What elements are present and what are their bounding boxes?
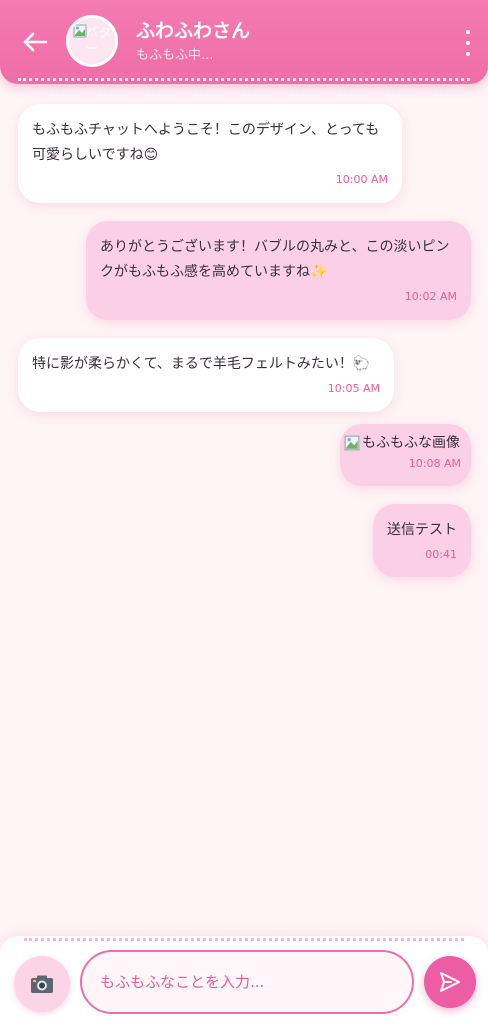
message-time: 00:41 (425, 548, 457, 561)
menu-dot (466, 52, 470, 56)
avatar[interactable]: アバター (66, 15, 118, 67)
message-image[interactable]: もふもふな画像 (344, 432, 461, 454)
camera-icon (31, 975, 53, 993)
chat-header: アバター ふわふわさん もふもふ中... (0, 0, 488, 84)
smile-emoji-icon: 😊 (143, 147, 159, 163)
message-text: 送信テスト (387, 522, 457, 538)
message-time: 10:05 AM (327, 382, 380, 395)
chat-status: もふもふ中... (136, 48, 214, 63)
message-bubble-received[interactable]: もふもふチャットへようこそ！このデザイン、とっても可愛らしいですね😊 10:00… (18, 104, 402, 203)
message-bubble-received[interactable]: 特に影が柔らかくて、まるで羊毛フェルトみたい！🐑 10:05 AM (18, 338, 394, 412)
message-input-bar (0, 936, 488, 1024)
chat-name: ふわふわさん (136, 20, 251, 42)
message-time: 10:08 AM (408, 457, 461, 470)
message-text: もふもふチャットへようこそ！このデザイン、とっても可愛らしいですね😊 (32, 122, 380, 163)
message-text: ありがとうございます！バブルの丸みと、この淡いピンクがもふもふ感を高めていますね… (100, 239, 450, 280)
message-bubble-sent[interactable]: ありがとうございます！バブルの丸みと、この淡いピンクがもふもふ感を高めていますね… (86, 221, 471, 320)
menu-dot (466, 30, 470, 34)
menu-dot (466, 41, 470, 45)
message-bubble-sent[interactable]: 送信テスト 00:41 (373, 504, 471, 577)
message-bubble-image[interactable]: もふもふな画像 10:08 AM (340, 424, 471, 486)
message-list[interactable]: もふもふチャットへようこそ！このデザイン、とっても可愛らしいですね😊 10:00… (0, 84, 488, 936)
message-input[interactable] (80, 950, 414, 1014)
menu-button[interactable] (462, 30, 474, 56)
broken-image-icon (344, 435, 360, 451)
arrow-left-icon (23, 32, 48, 52)
back-button[interactable] (18, 28, 52, 56)
broken-image-icon (73, 24, 87, 38)
send-icon (440, 972, 460, 992)
message-text: 特に影が柔らかくて、まるで羊毛フェルトみたい！🐑 (32, 356, 371, 372)
image-alt-text: もふもふな画像 (362, 435, 460, 451)
sheep-emoji-icon: 🐑 (352, 356, 371, 372)
message-time: 10:02 AM (404, 290, 457, 303)
sparkles-emoji-icon: ✨ (310, 264, 328, 280)
camera-button[interactable] (14, 956, 70, 1012)
message-time: 10:00 AM (335, 173, 388, 186)
chat-title-block: ふわふわさん もふもふ中... (136, 18, 250, 66)
send-button[interactable] (424, 956, 476, 1008)
